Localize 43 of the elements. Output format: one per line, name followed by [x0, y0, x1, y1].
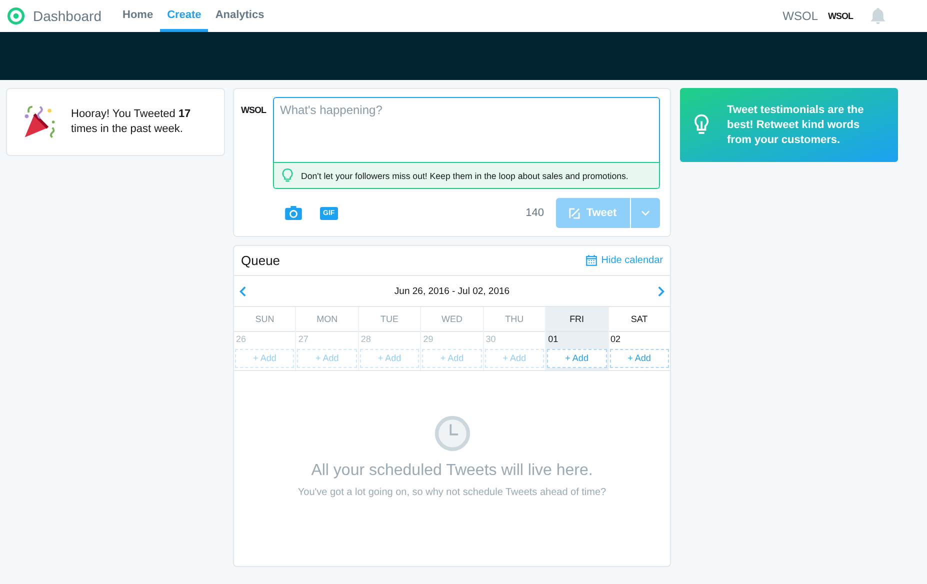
account-name[interactable]: WSOL — [782, 9, 818, 23]
promo-text: Tweet testimonials are the best! Retweet kind words from your customers. — [727, 102, 865, 148]
day-number: 28 — [360, 334, 372, 346]
empty-title: All your scheduled Tweets will live here. — [311, 462, 593, 480]
day-number: 26 — [235, 334, 248, 346]
camera-icon[interactable] — [285, 206, 302, 220]
day-number: 27 — [297, 334, 310, 346]
character-count: 140 — [526, 207, 544, 219]
weekday-label: TUE — [358, 307, 420, 332]
clock-icon — [434, 415, 470, 452]
previous-week-icon[interactable] — [239, 286, 246, 296]
nav-tab[interactable]: Analytics — [208, 0, 272, 32]
add-tweet-button[interactable]: + Add — [547, 348, 607, 368]
lightbulb-icon — [282, 168, 293, 183]
day-number: 02 — [610, 334, 622, 346]
day-number: 01 — [547, 334, 560, 346]
empty-text: You've got a lot going on, so why not schedule Tweets ahead of time? — [298, 487, 606, 498]
account-logo[interactable]: WSOL — [828, 11, 853, 21]
weekday-label: FRI — [546, 307, 608, 332]
weekday-label: WED — [421, 307, 483, 332]
caret-icon — [641, 210, 650, 216]
achievement-text: Hooray! You Tweeted 17 times in the past week. — [71, 107, 192, 137]
weekday-label: SAT — [608, 307, 670, 332]
weekday-label: THU — [484, 307, 546, 332]
day-number: 30 — [484, 334, 497, 346]
hide-calendar-link[interactable]: Hide calendar — [586, 255, 663, 266]
tweet-input[interactable]: What's happening? — [273, 97, 660, 162]
tip-text: Don't let your followers miss out! Keep them in the loop about sales and promotions. — [301, 170, 628, 180]
avatar-logo: WSOL — [241, 105, 265, 117]
weekday-label: SUN — [234, 307, 296, 332]
bell-icon[interactable] — [869, 6, 887, 26]
queue-title: Queue — [241, 253, 280, 268]
calendar-icon — [586, 255, 598, 266]
day-number: 29 — [422, 334, 434, 346]
logo-icon — [7, 7, 25, 25]
date-range: Jun 26, 2016 - Jul 02, 2016 — [394, 286, 510, 296]
brand-title[interactable]: Dashboard — [33, 8, 102, 24]
lightbulb-icon — [694, 113, 709, 137]
add-tweet-button[interactable]: + Add — [610, 348, 669, 368]
next-week-icon[interactable] — [658, 286, 665, 296]
weekday-label: MON — [296, 307, 358, 332]
compose-icon — [569, 208, 580, 218]
nav-tab[interactable]: Home — [116, 0, 160, 32]
